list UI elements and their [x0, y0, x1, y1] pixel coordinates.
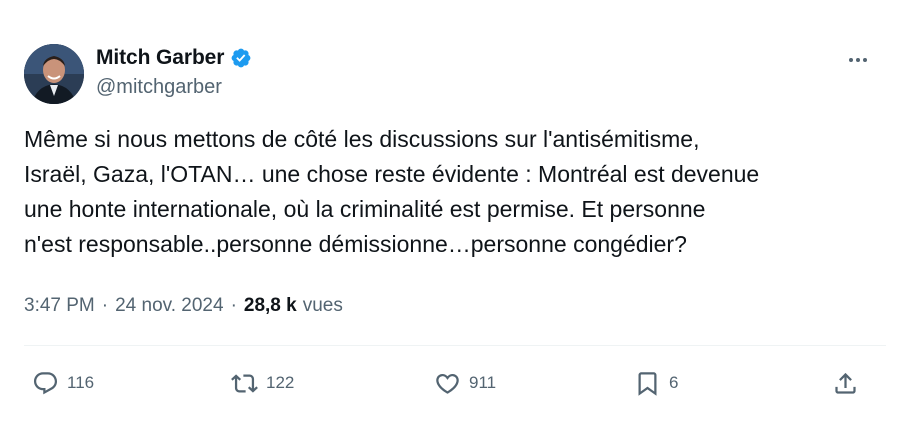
tweet-text-line: Israël, Gaza, l'OTAN… une chose reste év… — [24, 161, 760, 187]
divider — [24, 345, 886, 346]
reply-icon — [33, 371, 58, 394]
tweet-card: Mitch Garber @mitchgarber Même si nous m… — [0, 0, 910, 432]
more-options-button[interactable] — [838, 48, 878, 72]
tweet-text-line: Même si nous mettons de côté les discuss… — [24, 126, 700, 152]
author-display-name[interactable]: Mitch Garber — [96, 46, 224, 70]
repost-button[interactable]: 122 — [231, 365, 294, 401]
avatar[interactable] — [24, 44, 84, 104]
bookmark-count: 6 — [669, 373, 679, 392]
bookmark-icon — [638, 371, 657, 396]
tweet-text-line: une honte internationale, où la criminal… — [24, 196, 706, 222]
tweet-meta: 3:47 PM · 24 nov. 2024 · 28,8 k vues — [24, 295, 343, 317]
repost-icon — [231, 373, 258, 393]
share-button[interactable] — [832, 365, 859, 401]
author-info: Mitch Garber @mitchgarber — [96, 46, 252, 99]
tweet-text-line: n'est responsable..personne démissionne…… — [24, 231, 687, 257]
verified-badge-icon[interactable] — [230, 47, 252, 69]
meta-separator: · — [101, 295, 109, 316]
tweet-time[interactable]: 3:47 PM — [24, 295, 95, 317]
tweet-date[interactable]: 24 nov. 2024 — [115, 295, 223, 317]
views-count[interactable]: 28,8 k — [244, 295, 297, 317]
views-label: vues — [302, 295, 343, 316]
heart-icon — [436, 373, 459, 394]
meta-separator: · — [230, 295, 237, 316]
author-handle[interactable]: @mitchgarber — [96, 76, 252, 99]
reply-button[interactable]: 116 — [32, 365, 94, 401]
action-bar: 116 122 911 6 — [0, 365, 910, 401]
more-icon — [849, 58, 853, 62]
like-count: 911 — [469, 373, 497, 392]
reply-count: 116 — [67, 373, 95, 392]
share-icon — [835, 372, 856, 394]
avatar-image — [24, 44, 84, 104]
more-icon — [863, 58, 867, 62]
like-button[interactable]: 911 — [434, 365, 496, 401]
more-icon — [856, 58, 860, 62]
repost-count: 122 — [266, 373, 295, 392]
tweet-text: Même si nous mettons de côté les discuss… — [24, 122, 884, 262]
bookmark-button[interactable]: 6 — [634, 365, 678, 401]
